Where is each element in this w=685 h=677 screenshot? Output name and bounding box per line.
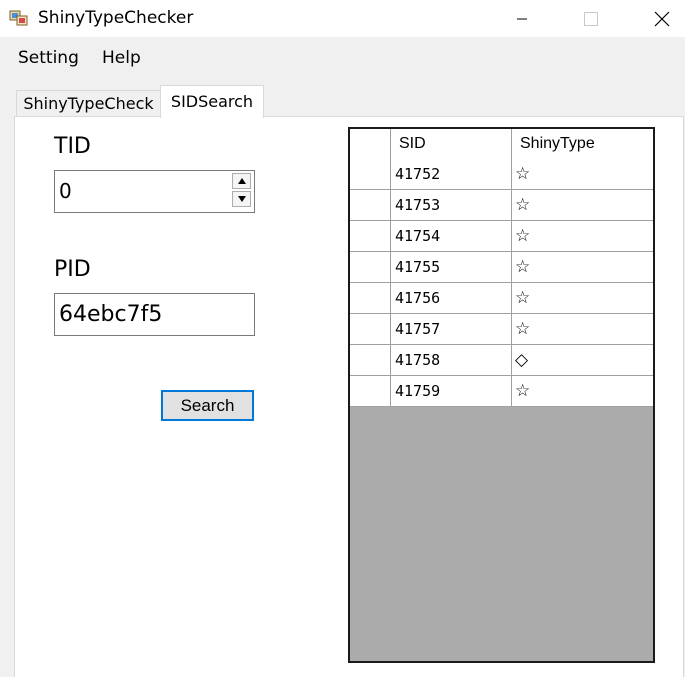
row-header[interactable] [350,345,391,375]
row-header[interactable] [350,190,391,220]
row-header[interactable] [350,314,391,344]
sid-cell[interactable]: 41754 [391,221,512,251]
sid-cell[interactable]: 41753 [391,190,512,220]
maximize-icon [584,11,598,26]
sid-cell[interactable]: 41756 [391,283,512,313]
minimize-button[interactable] [499,0,545,37]
row-header[interactable] [350,159,391,189]
tab-label: SIDSearch [170,92,254,111]
shinytype-cell[interactable]: ◇ [512,345,653,375]
title-bar: ShinyTypeChecker [0,0,685,37]
table-row[interactable]: 41754 ☆ [350,221,653,252]
close-icon [654,11,670,26]
row-header[interactable] [350,252,391,282]
row-header[interactable] [350,283,391,313]
row-header-corner [350,129,391,159]
spin-down-button[interactable] [232,191,251,207]
shinytype-cell[interactable]: ☆ [512,159,653,189]
column-header-shinytype[interactable]: ShinyType [512,129,653,159]
menu-setting[interactable]: Setting [18,48,79,68]
table-row[interactable]: 41753 ☆ [350,190,653,221]
table-row[interactable]: 41758 ◇ [350,345,653,376]
table-row[interactable]: 41756 ☆ [350,283,653,314]
sid-cell[interactable]: 41755 [391,252,512,282]
spin-up-button[interactable] [232,173,251,189]
search-button[interactable]: Search [161,390,254,421]
window-title: ShinyTypeChecker [38,8,194,28]
shinytype-cell[interactable]: ☆ [512,283,653,313]
tid-numeric-input[interactable]: 0 [54,170,255,213]
pid-value: 64ebc7f5 [59,302,163,327]
results-grid[interactable]: SID ShinyType 41752 ☆ 41753 ☆ 41754 ☆ 41… [348,127,655,663]
row-header[interactable] [350,221,391,251]
tab-shinytypecheck[interactable]: ShinyTypeCheck [16,90,161,117]
shinytype-cell[interactable]: ☆ [512,376,653,406]
pid-input[interactable]: 64ebc7f5 [54,293,255,336]
table-row[interactable]: 41752 ☆ [350,159,653,190]
menu-bar: Setting Help [0,41,685,75]
table-row[interactable]: 41759 ☆ [350,376,653,407]
tab-sidsearch[interactable]: SIDSearch [160,85,264,118]
shinytype-cell[interactable]: ☆ [512,190,653,220]
shinytype-cell[interactable]: ☆ [512,314,653,344]
tab-label: ShinyTypeCheck [23,94,154,113]
pid-label: PID [54,257,91,282]
menu-help[interactable]: Help [102,48,141,68]
app-icon [9,10,28,26]
shinytype-cell[interactable]: ☆ [512,221,653,251]
close-button[interactable] [639,0,685,37]
sid-cell[interactable]: 41757 [391,314,512,344]
sid-cell[interactable]: 41759 [391,376,512,406]
arrow-down-icon [237,196,246,202]
maximize-button[interactable] [568,0,614,37]
grid-header: SID ShinyType [350,129,653,160]
table-row[interactable]: 41755 ☆ [350,252,653,283]
sid-cell[interactable]: 41752 [391,159,512,189]
row-header[interactable] [350,376,391,406]
column-header-sid[interactable]: SID [391,129,512,159]
tid-label: TID [54,134,91,159]
arrow-up-icon [237,178,246,184]
minimize-icon [517,18,527,19]
sid-cell[interactable]: 41758 [391,345,512,375]
table-row[interactable]: 41757 ☆ [350,314,653,345]
tid-value: 0 [59,179,72,203]
shinytype-cell[interactable]: ☆ [512,252,653,282]
